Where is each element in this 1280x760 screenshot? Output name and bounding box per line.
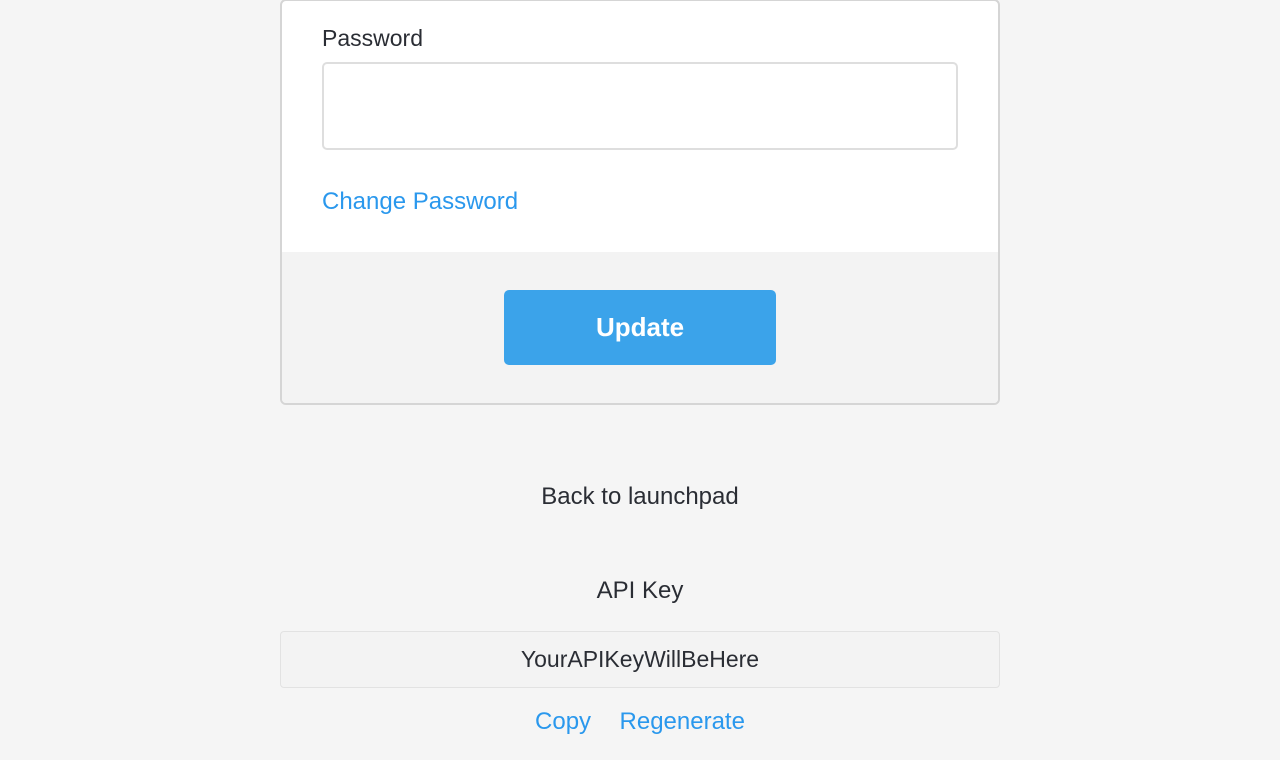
below-card-area: Back to launchpad API Key YourAPIKeyWill… xyxy=(280,483,1000,736)
regenerate-api-key-link[interactable]: Regenerate xyxy=(620,708,745,736)
settings-card: Password Change Password Update xyxy=(280,0,1000,405)
password-input[interactable] xyxy=(322,62,958,150)
password-label: Password xyxy=(322,25,958,52)
copy-api-key-link[interactable]: Copy xyxy=(535,708,591,736)
card-footer: Update xyxy=(282,252,998,403)
update-button[interactable]: Update xyxy=(504,290,776,365)
card-body: Password Change Password xyxy=(282,25,998,252)
change-password-link[interactable]: Change Password xyxy=(322,188,518,216)
api-key-section: API Key YourAPIKeyWillBeHere Copy Regene… xyxy=(280,577,1000,736)
api-key-display[interactable]: YourAPIKeyWillBeHere xyxy=(280,631,1000,688)
api-key-heading: API Key xyxy=(280,577,1000,605)
back-to-launchpad-link[interactable]: Back to launchpad xyxy=(541,483,738,511)
api-key-actions: Copy Regenerate xyxy=(280,708,1000,736)
